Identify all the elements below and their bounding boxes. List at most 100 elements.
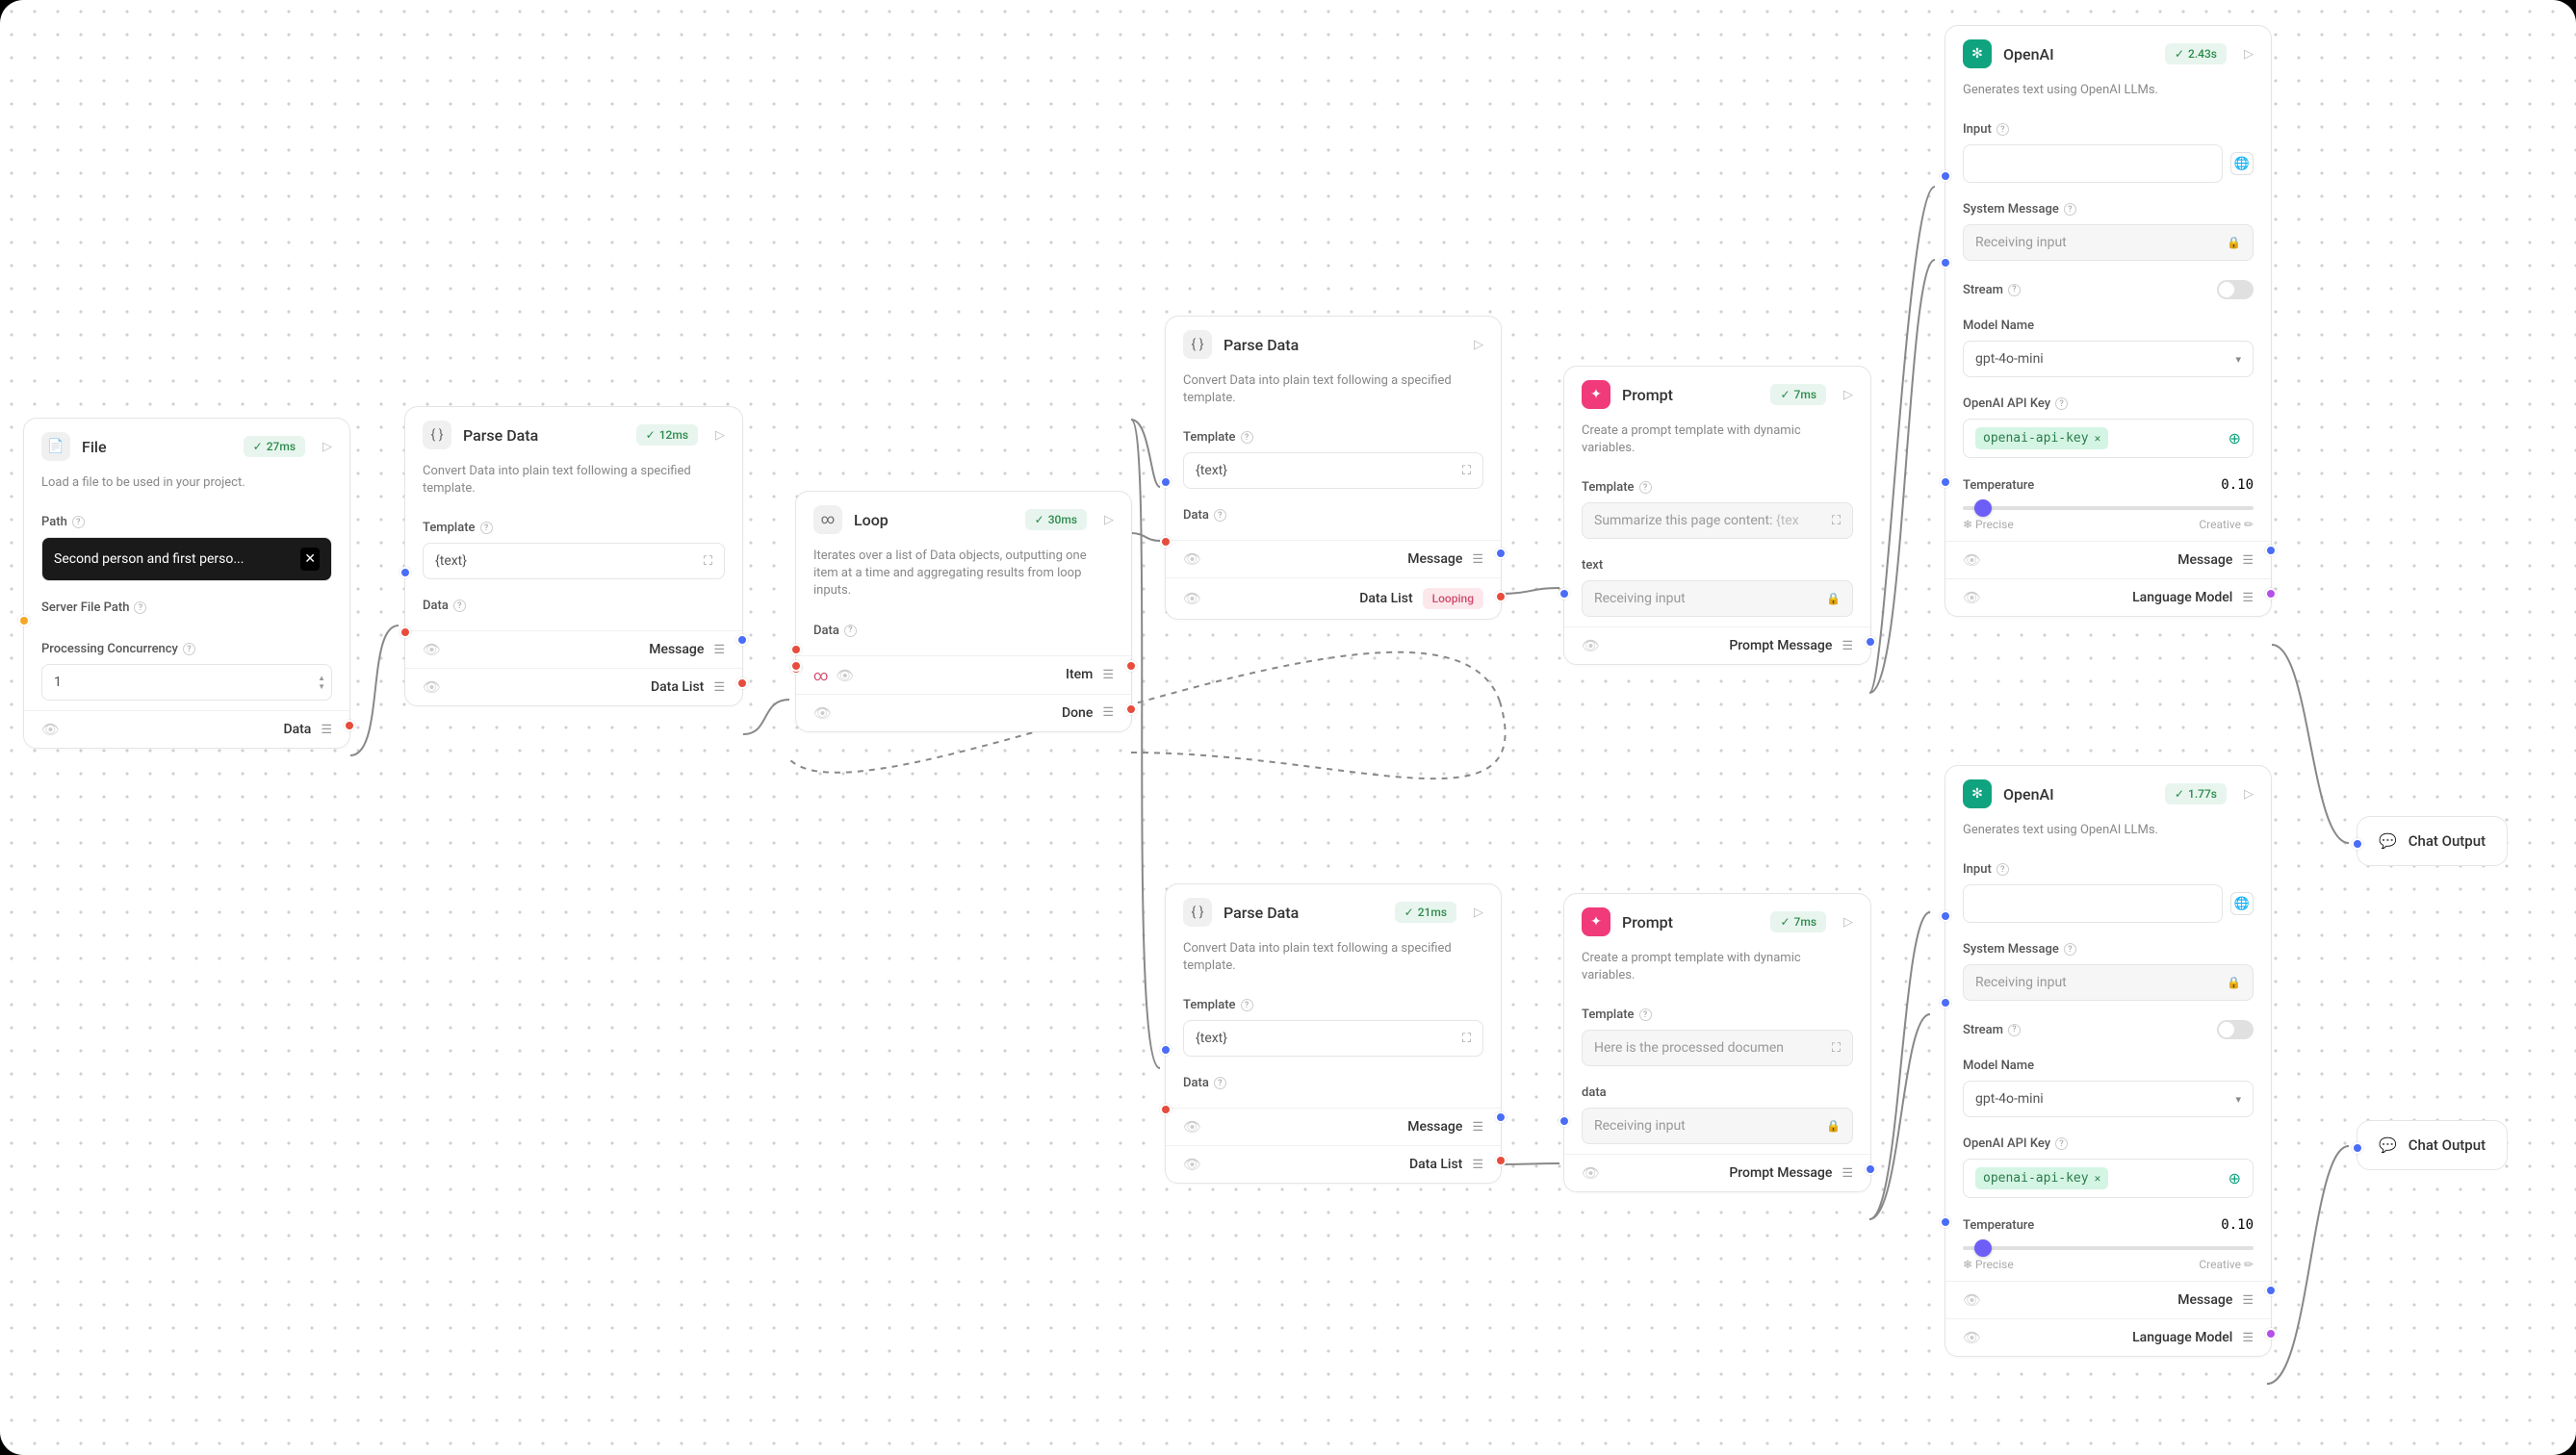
var-input[interactable]: Receiving input🔒 — [1582, 580, 1853, 617]
port-out-datalist[interactable] — [736, 677, 748, 689]
var-label: text — [1582, 558, 1853, 573]
input-field[interactable] — [1963, 884, 2223, 923]
stream-toggle[interactable] — [2217, 1020, 2254, 1039]
play-icon[interactable]: ▷ — [2244, 787, 2254, 802]
play-icon[interactable]: ▷ — [1474, 906, 1483, 920]
template-input[interactable]: {text}⛶ — [423, 543, 725, 579]
port-data[interactable] — [1558, 1115, 1570, 1127]
play-icon[interactable]: ▷ — [322, 440, 332, 454]
node-file[interactable]: 📄 File ✓27ms ▷ Load a file to be used in… — [23, 418, 350, 749]
eye-icon[interactable]: 👁 — [836, 667, 854, 684]
port-out-datalist[interactable] — [1495, 1155, 1507, 1166]
port-apikey[interactable] — [1940, 1216, 1951, 1228]
port-template[interactable] — [1160, 476, 1172, 488]
eye-icon[interactable]: 👁 — [813, 704, 832, 722]
var-input[interactable]: Receiving input🔒 — [1582, 1108, 1853, 1144]
port-out[interactable] — [1865, 636, 1876, 648]
play-icon[interactable]: ▷ — [2244, 47, 2254, 62]
eye-icon[interactable]: 👁 — [1963, 551, 1981, 569]
port-out[interactable] — [1865, 1163, 1876, 1175]
play-icon[interactable]: ▷ — [1104, 513, 1114, 527]
eye-icon[interactable]: 👁 — [1183, 550, 1201, 568]
eye-icon[interactable]: 👁 — [1963, 589, 1981, 606]
braces-icon: { } — [1183, 898, 1212, 927]
globe-icon[interactable]: 🌐 — [2230, 892, 2254, 915]
model-select[interactable]: gpt-4o-mini▾ — [1963, 341, 2254, 377]
port-data[interactable] — [399, 626, 411, 638]
port-data-1[interactable] — [790, 644, 802, 655]
port-out-item[interactable] — [1125, 660, 1137, 672]
port-in[interactable] — [18, 615, 30, 626]
port-data[interactable] — [1160, 1104, 1172, 1115]
template-input[interactable]: Summarize this page content: {tex⛶ — [1582, 502, 1853, 539]
sysmsg-input[interactable]: Receiving input🔒 — [1963, 964, 2254, 1001]
play-icon[interactable]: ▷ — [715, 428, 725, 443]
port-out-message[interactable] — [1495, 548, 1507, 559]
eye-icon[interactable]: 👁 — [1183, 1118, 1201, 1136]
node-parse-data-1[interactable]: { } Parse Data ✓12ms ▷ Convert Data into… — [404, 406, 743, 706]
port-template[interactable] — [1160, 1044, 1172, 1056]
port-out-message[interactable] — [2265, 545, 2277, 556]
eye-icon[interactable]: 👁 — [423, 678, 441, 696]
play-icon[interactable]: ▷ — [1843, 915, 1853, 930]
port-out-message[interactable] — [1495, 1111, 1507, 1123]
stream-toggle[interactable] — [2217, 280, 2254, 299]
input-field[interactable] — [1963, 144, 2223, 183]
sysmsg-input[interactable]: Receiving input🔒 — [1963, 224, 2254, 261]
node-parse-data-2[interactable]: { } Parse Data ▷ Convert Data into plain… — [1165, 316, 1502, 620]
node-loop[interactable]: ∞ Loop ✓30ms ▷ Iterates over a list of D… — [795, 491, 1132, 732]
port-data[interactable] — [1160, 536, 1172, 548]
node-openai-1[interactable]: ✻ OpenAI ✓2.43s ▷ Generates text using O… — [1945, 25, 2272, 617]
apikey-input[interactable]: openai-api-key✕⊕ — [1963, 1159, 2254, 1198]
node-prompt-2[interactable]: ✦ Prompt ✓7ms ▷ Create a prompt template… — [1563, 893, 1871, 1192]
port-out-message[interactable] — [736, 634, 748, 646]
port-text[interactable] — [1558, 588, 1570, 600]
port-out-done[interactable] — [1125, 703, 1137, 715]
port-out-datalist[interactable] — [1495, 591, 1507, 602]
play-icon[interactable]: ▷ — [1843, 388, 1853, 402]
port-in[interactable] — [2352, 1142, 2363, 1154]
apikey-input[interactable]: openai-api-key✕⊕ — [1963, 419, 2254, 458]
port-out-message[interactable] — [2265, 1285, 2277, 1296]
time-badge: ✓7ms — [1770, 911, 1826, 932]
output-datalist: Data List — [1409, 1157, 1462, 1172]
port-input[interactable] — [1940, 170, 1951, 182]
node-chat-output-1[interactable]: 💬 Chat Output — [2357, 816, 2508, 866]
port-sysmsg[interactable] — [1940, 257, 1951, 268]
node-chat-output-2[interactable]: 💬 Chat Output — [2357, 1120, 2508, 1170]
template-input[interactable]: {text}⛶ — [1183, 452, 1483, 489]
port-out-data[interactable] — [344, 720, 355, 731]
eye-icon[interactable]: 👁 — [1582, 1164, 1600, 1182]
port-out-lm[interactable] — [2265, 1328, 2277, 1340]
port-apikey[interactable] — [1940, 476, 1951, 488]
eye-icon[interactable]: 👁 — [1582, 637, 1600, 654]
time-badge: ✓12ms — [636, 424, 698, 446]
port-template[interactable] — [399, 567, 411, 578]
port-sysmsg[interactable] — [1940, 997, 1951, 1008]
model-select[interactable]: gpt-4o-mini▾ — [1963, 1081, 2254, 1117]
port-out-lm[interactable] — [2265, 588, 2277, 600]
node-prompt-1[interactable]: ✦ Prompt ✓7ms ▷ Create a prompt template… — [1563, 366, 1871, 665]
concurrency-input[interactable]: 1▲▼ — [41, 664, 332, 701]
node-parse-data-3[interactable]: { } Parse Data ✓21ms ▷ Convert Data into… — [1165, 883, 1502, 1184]
eye-icon[interactable]: 👁 — [1183, 1156, 1201, 1173]
temp-slider[interactable] — [1963, 1246, 2254, 1250]
port-loopback[interactable] — [790, 660, 802, 672]
globe-icon[interactable]: 🌐 — [2230, 152, 2254, 175]
file-icon: 📄 — [41, 432, 70, 461]
eye-icon[interactable]: 👁 — [1963, 1329, 1981, 1346]
temp-slider[interactable] — [1963, 506, 2254, 510]
eye-icon[interactable]: 👁 — [423, 641, 441, 658]
output-message: Message — [1407, 1119, 1462, 1135]
path-input[interactable]: Second person and first perso...✕ — [41, 537, 332, 581]
play-icon[interactable]: ▷ — [1474, 338, 1483, 352]
eye-icon[interactable]: 👁 — [1963, 1291, 1981, 1309]
node-openai-2[interactable]: ✻ OpenAI ✓1.77s ▷ Generates text using O… — [1945, 765, 2272, 1357]
eye-icon[interactable]: 👁 — [41, 721, 60, 738]
eye-icon[interactable]: 👁 — [1183, 590, 1201, 607]
port-in[interactable] — [2352, 838, 2363, 850]
port-input[interactable] — [1940, 910, 1951, 922]
node-desc: Iterates over a list of Data objects, ou… — [796, 548, 1131, 614]
template-input[interactable]: Here is the processed documen⛶ — [1582, 1030, 1853, 1066]
template-input[interactable]: {text}⛶ — [1183, 1020, 1483, 1057]
